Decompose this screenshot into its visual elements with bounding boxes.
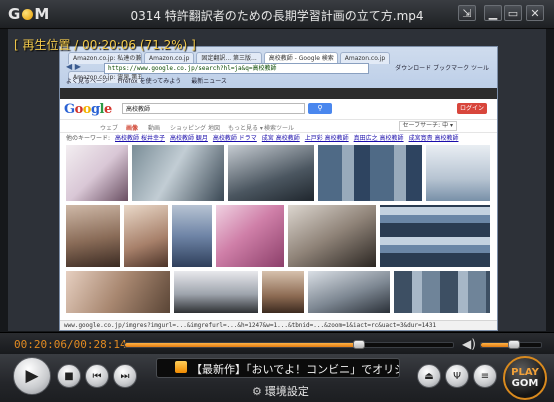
video-frame-browser-screenshot: Amazon.co.jp: 私達の兼し...Amazon.co.jp固定翻訳..… xyxy=(59,46,498,331)
audio-options-icon[interactable]: Ψ xyxy=(445,364,469,388)
result-thumbnail xyxy=(66,205,120,267)
gear-icon: ⚙ xyxy=(252,385,262,398)
result-thumbnail xyxy=(66,271,170,313)
related-link: 高校教師 ドラマ xyxy=(212,135,257,142)
google-login-button: ログイン xyxy=(457,103,487,114)
result-thumbnail xyxy=(132,145,224,201)
related-link: 上戸彩 高校教師 xyxy=(304,135,349,142)
bookmark-item: Firefox を使ってみよう xyxy=(117,78,182,85)
volume-slider[interactable] xyxy=(480,340,542,349)
image-results-grid xyxy=(64,145,492,315)
google-search-tabs: ウェブ 画像 動画 ショッピング 地図 もっと見る ▾ 検索ツール セーフサーチ… xyxy=(60,120,497,133)
result-thumbnail xyxy=(216,205,284,267)
related-label: 他のキーワード: xyxy=(66,135,111,142)
search-tab: もっと見る ▾ xyxy=(228,125,263,132)
google-logo: Google xyxy=(64,102,112,117)
osd-position-text: [ 再生位置 / 00:20:06 (71.2%) ] xyxy=(14,38,196,52)
browser-address-bar: https://www.google.co.jp/search?hl=ja&q=… xyxy=(104,63,369,74)
result-thumbnail xyxy=(228,145,314,201)
browser-nav-arrows: ◀ ▶ xyxy=(66,62,81,71)
news-ticker[interactable]: 【最新作】「おいでよ！コンビニ」でオリジ... xyxy=(156,358,400,378)
restore-down-icon[interactable]: ⇲ xyxy=(458,5,476,21)
seek-progress-fill xyxy=(125,343,359,347)
playgom-label-gom: GOM xyxy=(511,378,539,389)
ticker-icon xyxy=(175,361,187,373)
video-display[interactable]: [ 再生位置 / 00:20:06 (71.2%) ] Amazon.co.jp… xyxy=(8,29,546,331)
bookmark-item: 最新ニュース xyxy=(191,78,227,85)
eject-icon[interactable]: ⏏ xyxy=(417,364,441,388)
result-thumbnail xyxy=(394,271,490,313)
bookmark-item: よく見るページ xyxy=(66,78,108,85)
next-icon[interactable]: ⏭ xyxy=(113,364,137,388)
close-icon[interactable]: ✕ xyxy=(526,5,544,21)
result-thumbnail xyxy=(262,271,304,313)
seek-handle[interactable] xyxy=(352,340,365,349)
search-tab: 地図 xyxy=(208,125,221,132)
browser-status-url: www.google.co.jp/imgres?imgurl=...&imgre… xyxy=(60,320,497,330)
maximize-icon[interactable]: ▭ xyxy=(504,5,522,21)
safesearch-dropdown: セーフサーチ: 中 ▾ xyxy=(398,121,457,131)
title-bar[interactable]: GM 0314 特許翻訳者のための長期学習計画の立て方.mp4 ⇲ ▁ ▭ ✕ xyxy=(0,0,554,29)
result-thumbnail xyxy=(288,205,376,267)
result-thumbnail xyxy=(124,205,168,267)
time-display: 00:20:06/00:28:14 xyxy=(14,338,127,351)
search-tab: 画像 xyxy=(126,125,139,132)
search-tab: 検索ツール xyxy=(264,125,295,132)
volume-icon[interactable]: ◀) xyxy=(462,337,476,351)
minimize-icon[interactable]: ▁ xyxy=(484,5,502,21)
search-tab: 動画 xyxy=(148,125,161,132)
settings-button[interactable]: ⚙ 環境設定 xyxy=(252,383,309,399)
gom-player-window: GM 0314 特許翻訳者のための長期学習計画の立て方.mp4 ⇲ ▁ ▭ ✕ … xyxy=(0,0,554,402)
result-thumbnail xyxy=(380,205,490,267)
playgom-label-play: PLAY xyxy=(511,367,539,378)
search-icon: ⚲ xyxy=(308,103,332,114)
play-icon[interactable]: ▶ xyxy=(13,357,51,395)
search-tab: ショッピング xyxy=(170,125,207,132)
related-searches: 他のキーワード: 高校教師 桜井幸子 高校教師 観月 高校教師 ドラマ 成宮 高校教師上… xyxy=(60,133,497,145)
previous-icon[interactable]: ⏮ xyxy=(85,364,109,388)
browser-chrome: Amazon.co.jp: 私達の兼し...Amazon.co.jp固定翻訳..… xyxy=(60,47,497,99)
seek-bar-area: 00:20:06/00:28:14 ◀) xyxy=(0,332,554,355)
result-thumbnail xyxy=(426,145,490,201)
related-link: 成宮寛貴 高校教師 xyxy=(408,135,459,142)
control-bar: ▶ ■ ⏮ ⏭ 【最新作】「おいでよ！コンビニ」でオリジ... ⚙ 環境設定 ⏏ … xyxy=(0,354,554,402)
result-thumbnail xyxy=(174,271,258,313)
browser-menu: ダウンロード ブックマーク ツール xyxy=(395,65,489,72)
playgom-button[interactable]: PLAY GOM xyxy=(503,356,547,400)
related-link: 高校教師 観月 xyxy=(169,135,208,142)
google-black-bar xyxy=(60,88,497,99)
result-thumbnail xyxy=(318,145,422,201)
search-tab: ウェブ xyxy=(100,125,119,132)
related-link: 高校教師 桜井幸子 xyxy=(115,135,165,142)
related-link: 真田広之 高校教師 xyxy=(353,135,404,142)
settings-label: 環境設定 xyxy=(264,385,309,398)
google-search-box: 高校教師 xyxy=(122,103,305,114)
browser-bookmarks: よく見るページ Firefox を使ってみよう 最新ニュース xyxy=(66,76,493,86)
ticker-text: 【最新作】「おいでよ！コンビニ」でオリジ... xyxy=(191,363,400,376)
result-thumbnail xyxy=(66,145,128,201)
related-link: 成宮 高校教師 xyxy=(261,135,300,142)
stop-icon[interactable]: ■ xyxy=(57,364,81,388)
google-search-header: Google 高校教師 ⚲ ログイン xyxy=(60,99,497,120)
volume-handle[interactable] xyxy=(508,340,520,349)
seek-bar[interactable] xyxy=(124,340,454,349)
result-thumbnail xyxy=(172,205,212,267)
playlist-icon[interactable]: ≡ xyxy=(473,364,497,388)
result-thumbnail xyxy=(308,271,390,313)
